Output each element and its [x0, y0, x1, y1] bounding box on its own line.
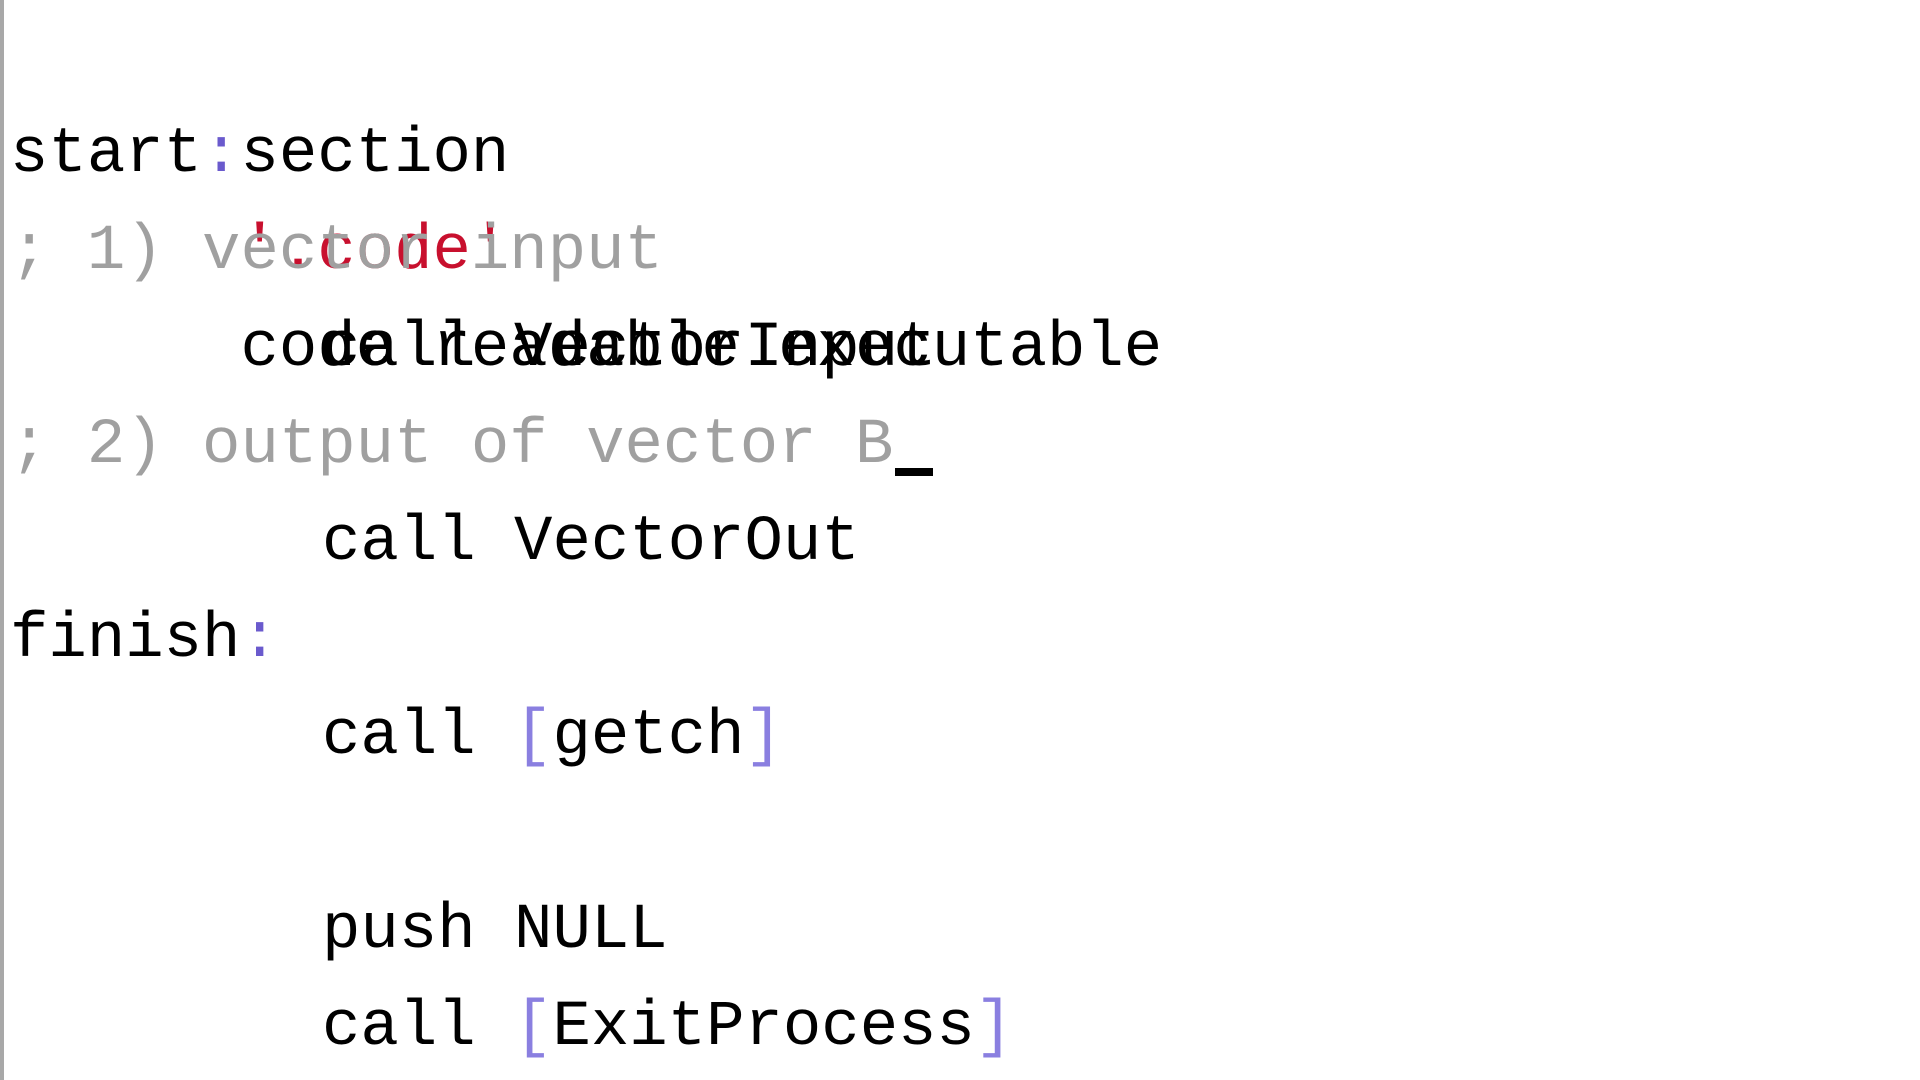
code-area[interactable]: section '.code' code readable executable…: [10, 10, 1920, 1077]
instruction-op: call: [322, 507, 476, 579]
comment-text: ; 1) vector input: [10, 216, 663, 288]
label-start: start: [10, 119, 203, 191]
comment-text: ; 2) output of vector B: [10, 410, 894, 482]
open-bracket: [: [514, 701, 553, 773]
instruction-arg: VectorOut: [514, 507, 860, 579]
instruction-op: call: [322, 992, 476, 1064]
instruction-op: call: [322, 701, 476, 773]
instruction-arg: NULL: [514, 895, 668, 967]
label-finish: finish: [10, 604, 241, 676]
instruction-arg: getch: [552, 701, 745, 773]
code-line-section[interactable]: section '.code' code readable executable: [10, 10, 1920, 385]
code-line-label-start[interactable]: start:: [10, 107, 1920, 204]
code-line-blank[interactable]: [10, 786, 1920, 883]
instruction-arg: ExitProcess: [552, 992, 975, 1064]
code-line-comment-2[interactable]: ; 2) output of vector B: [10, 398, 1920, 495]
text-cursor: [895, 468, 934, 476]
close-bracket: ]: [744, 701, 783, 773]
close-bracket: ]: [974, 992, 1014, 1064]
instruction-op: push: [322, 895, 476, 967]
code-line-push-null[interactable]: push NULL: [10, 883, 1920, 980]
code-line-call-vectorinput[interactable]: call VectorInput: [10, 301, 1920, 398]
open-bracket: [: [514, 992, 553, 1064]
code-line-call-getch[interactable]: call [getch]: [10, 689, 1920, 786]
code-line-comment-1[interactable]: ; 1) vector input: [10, 204, 1920, 301]
code-line-label-finish[interactable]: finish:: [10, 592, 1920, 689]
label-colon: :: [202, 119, 241, 191]
label-colon: :: [240, 604, 279, 676]
code-editor[interactable]: section '.code' code readable executable…: [0, 0, 1920, 1080]
instruction-op: call: [322, 313, 476, 385]
instruction-arg: VectorInput: [514, 313, 937, 385]
code-line-call-exitprocess[interactable]: call [ExitProcess]: [10, 980, 1920, 1077]
code-line-call-vectorout[interactable]: call VectorOut: [10, 495, 1920, 592]
